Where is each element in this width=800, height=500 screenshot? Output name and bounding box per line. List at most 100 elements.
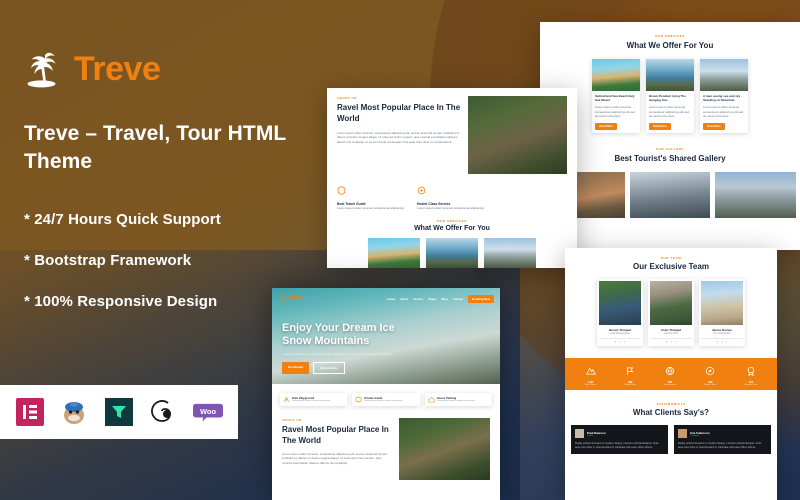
- hero-about-section: ABOUT US Ravel Most Popular Place In The…: [272, 418, 500, 481]
- offer-card-button-label: Read More: [599, 124, 613, 128]
- travel-guide-icon: [337, 182, 346, 199]
- offer-card-button[interactable]: Read More: [703, 122, 725, 130]
- feature-item: * Bootstrap Framework: [24, 252, 192, 270]
- gallery-image[interactable]: [715, 171, 797, 218]
- testimonial-card[interactable]: Paul Dawson Owner Really perfect focused…: [571, 425, 668, 454]
- mini-feature-desc: Lorem ipsum dolor sit amet consectetur a…: [417, 206, 484, 210]
- promo-left-column: Treve Treve – Travel, Tour HTML Theme * …: [24, 48, 324, 334]
- screenshot-offer-gallery[interactable]: OUR SERVICES What We Offer For You Switz…: [540, 22, 800, 250]
- section-kicker: ABOUT US: [337, 96, 357, 100]
- testimonial-role: Owner: [587, 434, 594, 437]
- offer-card-image: [426, 237, 478, 268]
- badge-icon: [747, 366, 755, 376]
- twitter-icon[interactable]: t: [620, 341, 621, 344]
- instagram-icon[interactable]: i: [624, 341, 625, 344]
- testimonial-role: Customer: [690, 434, 700, 437]
- facebook-icon[interactable]: f: [717, 341, 718, 344]
- booking-now-button[interactable]: Booking Now: [468, 295, 494, 303]
- hero-feature-desc: Lorem ipsum dolor sit amet consectetur: [292, 400, 331, 402]
- hero-nav: Home About Service Pages Blog Contact Bo…: [387, 295, 494, 303]
- globe-icon: [665, 366, 675, 375]
- section-paragraph: Lorem ipsum dolor sit amet, consectetur …: [282, 451, 388, 465]
- stat-label: Guided Tours: [703, 383, 717, 386]
- team-member[interactable]: James Romeo Tour Coordinator f t i: [699, 279, 745, 346]
- team-member[interactable]: Zohn Thinpad Content Chief f t i: [648, 279, 694, 346]
- offer-card-title: Brown Pendant Lying The Hanging Sun: [649, 94, 686, 103]
- hero-feature-desc: Lorem ipsum dolor sit amet consectetur: [436, 400, 475, 402]
- palm-tree-icon: [24, 48, 66, 90]
- hero-subtitle: Lorem ipsum dolor sit amet consectetur a…: [282, 351, 392, 356]
- team-member-role: Content Chief: [663, 332, 679, 335]
- hero-feature-card[interactable]: House Parking Lorem ipsum dolor sit amet…: [424, 393, 492, 407]
- offer-card-button[interactable]: Read More: [649, 122, 671, 130]
- offer-card-image: [484, 237, 536, 268]
- offer-card-button[interactable]: Read More: [595, 122, 617, 130]
- fluent-forms-icon: [104, 397, 134, 427]
- nav-item-about[interactable]: About: [400, 297, 408, 301]
- offer-card-list: Switzerland Sea Beach Italy Sea Mount Br…: [337, 237, 567, 269]
- twitter-icon[interactable]: t: [671, 341, 672, 344]
- svg-text:Woo: Woo: [200, 407, 217, 416]
- team-member-socials: f t i: [650, 338, 692, 344]
- section-title: Ravel Most Popular Place In The World: [337, 103, 461, 123]
- hero-feature-desc: Lorem ipsum dolor sit amet consectetur: [364, 400, 403, 402]
- offer-card-button-label: Read More: [707, 124, 721, 128]
- nav-item-pages[interactable]: Pages: [428, 297, 436, 301]
- twitter-icon[interactable]: t: [722, 341, 723, 344]
- nav-item-blog[interactable]: Blog: [441, 297, 447, 301]
- section-title: Best Tourist's Shared Gallery: [614, 153, 726, 163]
- offer-card[interactable]: A man seeing sea and sky Standing on Mou…: [484, 237, 536, 269]
- facebook-icon[interactable]: f: [615, 341, 616, 344]
- mini-feature[interactable]: Best Travel Guide Lorem ipsum dolor sit …: [337, 182, 407, 211]
- mini-feature[interactable]: Hostel Class Service Lorem ipsum dolor s…: [417, 182, 487, 211]
- feature-list: * 24/7 Hours Quick Support * Bootstrap F…: [24, 211, 324, 310]
- offer-card[interactable]: Brown Pendant Lying The Hanging Sun: [426, 237, 478, 269]
- section-kicker: OUR TEAM: [660, 256, 682, 260]
- team-member-list: Brown Thinpad Lead Photographer f t i Zo…: [565, 279, 777, 346]
- get-started-button[interactable]: Get Started: [282, 362, 310, 375]
- feature-item: * 100% Responsive Design: [24, 293, 218, 311]
- nav-item-service[interactable]: Service: [413, 297, 423, 301]
- guide-icon: [355, 396, 362, 403]
- mini-feature-list: Best Travel Guide Lorem ipsum dolor sit …: [337, 182, 567, 211]
- offer-card-title: Switzerland Sea Beach Italy Sea Mount: [595, 94, 635, 103]
- elementor-icon: [15, 397, 45, 427]
- stats-bar: 1.2K Tour Places 980 Happy Trips 450 Des…: [565, 358, 777, 390]
- section-title: What We Offer For You: [626, 41, 714, 50]
- stat-label: Tour Places: [584, 383, 597, 386]
- stat-item: 150 Awards Won: [745, 363, 757, 386]
- slider-revolution-icon: [149, 397, 179, 427]
- offer-card[interactable]: Switzerland Sea Beach Italy Sea Mount Lo…: [592, 59, 640, 133]
- feature-item: * 24/7 Hours Quick Support: [24, 211, 221, 229]
- nav-item-home[interactable]: Home: [387, 297, 395, 301]
- screenshot-popular-place[interactable]: ABOUT US Ravel Most Popular Place In The…: [327, 88, 577, 268]
- parking-icon: [428, 396, 435, 403]
- hero-feature-card[interactable]: Kids Playground Lorem ipsum dolor sit am…: [280, 393, 348, 407]
- testimonial-quote: Really perfect focused on modern design,…: [678, 442, 762, 449]
- offer-card-image: [592, 59, 640, 91]
- stat-item: 1.2K Tour Places: [585, 363, 596, 386]
- offer-card[interactable]: Brown Pendant Lying The Hanging Sun Lore…: [646, 59, 694, 133]
- offer-card[interactable]: A man seeing sea and sky Standing on Mou…: [700, 59, 748, 133]
- nav-item-contact[interactable]: Contact: [453, 297, 463, 301]
- instagram-icon[interactable]: i: [675, 341, 676, 344]
- facebook-icon[interactable]: f: [666, 341, 667, 344]
- offer-card-image: [700, 59, 748, 91]
- avatar: [575, 429, 584, 438]
- hero-feature-card[interactable]: Private Guide Lorem ipsum dolor sit amet…: [352, 393, 420, 407]
- mini-feature-desc: Lorem ipsum dolor sit amet consectetur a…: [337, 206, 404, 210]
- service-class-icon: [417, 182, 426, 199]
- screenshot-team-testimonials[interactable]: OUR TEAM Our Exclusive Team Brown Thinpa…: [565, 248, 777, 500]
- instagram-icon[interactable]: i: [726, 341, 727, 344]
- offer-card[interactable]: Switzerland Sea Beach Italy Sea Mount: [368, 237, 420, 269]
- section-kicker: OUR SERVICES: [437, 218, 467, 223]
- testimonial-card[interactable]: Cat Anderson Customer Really perfect foc…: [674, 425, 771, 454]
- explore-more-button[interactable]: Explore More: [313, 362, 345, 375]
- section-title: Our Exclusive Team: [633, 262, 709, 271]
- compass-icon: [706, 366, 715, 375]
- popular-place-image: [468, 96, 567, 174]
- team-member[interactable]: Brown Thinpad Lead Photographer f t i: [597, 279, 643, 346]
- offer-card-image: [368, 237, 420, 268]
- gallery-image[interactable]: [629, 171, 711, 218]
- offer-card-desc: Lorem ipsum dolor sit amet consectetur a…: [595, 105, 636, 119]
